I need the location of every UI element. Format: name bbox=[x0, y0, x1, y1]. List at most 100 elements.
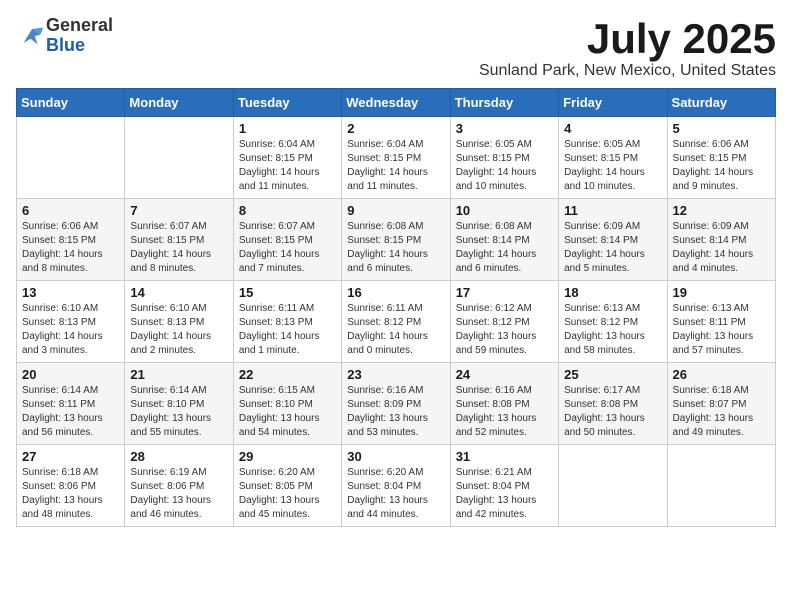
calendar-day-13: 13Sunrise: 6:10 AMSunset: 8:13 PMDayligh… bbox=[17, 281, 125, 363]
day-info: Sunrise: 6:14 AMSunset: 8:10 PMDaylight:… bbox=[130, 384, 227, 440]
calendar-day-21: 21 Sunrise: 6:14 AMSunset: 8:10 PMDayligh… bbox=[125, 363, 233, 445]
weekday-header-thursday: Thursday bbox=[450, 89, 558, 117]
calendar-day-15: 15 Sunrise: 6:11 AMSunset: 8:13 PMDayligh… bbox=[233, 281, 341, 363]
calendar-day-31: 31 Sunrise: 6:21 AMSunset: 8:04 PMDayligh… bbox=[450, 445, 558, 527]
calendar-day-10: 10 Sunrise: 6:08 AMSunset: 8:14 PMDayligh… bbox=[450, 199, 558, 281]
day-info: Sunrise: 6:15 AMSunset: 8:10 PMDaylight:… bbox=[239, 384, 336, 440]
day-info: Sunrise: 6:08 AMSunset: 8:14 PMDaylight:… bbox=[456, 220, 553, 276]
day-info: Sunrise: 6:04 AMSunset: 8:15 PMDaylight:… bbox=[347, 138, 444, 194]
title-block: July 2025 Sunland Park, New Mexico, Unit… bbox=[479, 16, 776, 80]
day-info: Sunrise: 6:08 AMSunset: 8:15 PMDaylight:… bbox=[347, 220, 444, 276]
day-number: 25 bbox=[564, 367, 661, 382]
calendar-day-8: 8 Sunrise: 6:07 AMSunset: 8:15 PMDaylight… bbox=[233, 199, 341, 281]
logo-blue-text: Blue bbox=[46, 35, 85, 55]
calendar-day-25: 25Sunrise: 6:17 AMSunset: 8:08 PMDayligh… bbox=[559, 363, 667, 445]
calendar-day-14: 14 Sunrise: 6:10 AMSunset: 8:13 PMDayligh… bbox=[125, 281, 233, 363]
day-number: 10 bbox=[456, 203, 553, 218]
day-info: Sunrise: 6:16 AMSunset: 8:09 PMDaylight:… bbox=[347, 384, 444, 440]
day-number: 6 bbox=[22, 203, 119, 218]
weekday-header-row: SundayMondayTuesdayWednesdayThursdayFrid… bbox=[17, 89, 776, 117]
day-info: Sunrise: 6:09 AMSunset: 8:14 PMDaylight:… bbox=[564, 220, 661, 276]
location-title: Sunland Park, New Mexico, United States bbox=[479, 62, 776, 80]
day-number: 12 bbox=[673, 203, 770, 218]
weekday-header-wednesday: Wednesday bbox=[342, 89, 450, 117]
weekday-header-sunday: Sunday bbox=[17, 89, 125, 117]
day-number: 4 bbox=[564, 121, 661, 136]
day-info: Sunrise: 6:07 AMSunset: 8:15 PMDaylight:… bbox=[239, 220, 336, 276]
calendar-week-2: 6Sunrise: 6:06 AMSunset: 8:15 PMDaylight… bbox=[17, 199, 776, 281]
calendar-day-30: 30 Sunrise: 6:20 AMSunset: 8:04 PMDayligh… bbox=[342, 445, 450, 527]
day-info: Sunrise: 6:18 AMSunset: 8:06 PMDaylight:… bbox=[22, 466, 119, 522]
calendar-day-24: 24Sunrise: 6:16 AMSunset: 8:08 PMDayligh… bbox=[450, 363, 558, 445]
empty-cell bbox=[667, 445, 775, 527]
logo: General Blue bbox=[16, 16, 113, 56]
day-number: 15 bbox=[239, 285, 336, 300]
calendar-week-3: 13Sunrise: 6:10 AMSunset: 8:13 PMDayligh… bbox=[17, 281, 776, 363]
weekday-header-tuesday: Tuesday bbox=[233, 89, 341, 117]
day-number: 18 bbox=[564, 285, 661, 300]
calendar-day-6: 6Sunrise: 6:06 AMSunset: 8:15 PMDaylight… bbox=[17, 199, 125, 281]
day-info: Sunrise: 6:11 AMSunset: 8:12 PMDaylight:… bbox=[347, 302, 444, 358]
day-number: 26 bbox=[673, 367, 770, 382]
weekday-header-saturday: Saturday bbox=[667, 89, 775, 117]
day-number: 21 bbox=[130, 367, 227, 382]
calendar-day-4: 4 Sunrise: 6:05 AMSunset: 8:15 PMDaylight… bbox=[559, 117, 667, 199]
day-info: Sunrise: 6:05 AMSunset: 8:15 PMDaylight:… bbox=[564, 138, 661, 194]
day-number: 20 bbox=[22, 367, 119, 382]
day-number: 11 bbox=[564, 203, 661, 218]
day-number: 29 bbox=[239, 449, 336, 464]
calendar-week-1: 1Sunrise: 6:04 AMSunset: 8:15 PMDaylight… bbox=[17, 117, 776, 199]
day-info: Sunrise: 6:18 AMSunset: 8:07 PMDaylight:… bbox=[673, 384, 770, 440]
calendar-week-4: 20 Sunrise: 6:14 AMSunset: 8:11 PMDayligh… bbox=[17, 363, 776, 445]
calendar-day-12: 12 Sunrise: 6:09 AMSunset: 8:14 PMDayligh… bbox=[667, 199, 775, 281]
empty-cell bbox=[17, 117, 125, 199]
day-number: 22 bbox=[239, 367, 336, 382]
day-info: Sunrise: 6:07 AMSunset: 8:15 PMDaylight:… bbox=[130, 220, 227, 276]
day-number: 31 bbox=[456, 449, 553, 464]
day-info: Sunrise: 6:10 AMSunset: 8:13 PMDaylight:… bbox=[130, 302, 227, 358]
day-number: 30 bbox=[347, 449, 444, 464]
calendar-day-22: 22 Sunrise: 6:15 AMSunset: 8:10 PMDayligh… bbox=[233, 363, 341, 445]
day-info: Sunrise: 6:20 AMSunset: 8:05 PMDaylight:… bbox=[239, 466, 336, 522]
day-info: Sunrise: 6:11 AMSunset: 8:13 PMDaylight:… bbox=[239, 302, 336, 358]
day-info: Sunrise: 6:04 AMSunset: 8:15 PMDaylight:… bbox=[239, 138, 336, 194]
day-info: Sunrise: 6:06 AMSunset: 8:15 PMDaylight:… bbox=[673, 138, 770, 194]
calendar-day-5: 5 Sunrise: 6:06 AMSunset: 8:15 PMDaylight… bbox=[667, 117, 775, 199]
day-number: 8 bbox=[239, 203, 336, 218]
calendar-day-29: 29 Sunrise: 6:20 AMSunset: 8:05 PMDayligh… bbox=[233, 445, 341, 527]
day-info: Sunrise: 6:09 AMSunset: 8:14 PMDaylight:… bbox=[673, 220, 770, 276]
calendar-day-2: 2 Sunrise: 6:04 AMSunset: 8:15 PMDaylight… bbox=[342, 117, 450, 199]
calendar-day-19: 19Sunrise: 6:13 AMSunset: 8:11 PMDayligh… bbox=[667, 281, 775, 363]
day-number: 14 bbox=[130, 285, 227, 300]
calendar-day-1: 1Sunrise: 6:04 AMSunset: 8:15 PMDaylight… bbox=[233, 117, 341, 199]
day-info: Sunrise: 6:19 AMSunset: 8:06 PMDaylight:… bbox=[130, 466, 227, 522]
day-number: 7 bbox=[130, 203, 227, 218]
day-info: Sunrise: 6:16 AMSunset: 8:08 PMDaylight:… bbox=[456, 384, 553, 440]
day-info: Sunrise: 6:20 AMSunset: 8:04 PMDaylight:… bbox=[347, 466, 444, 522]
day-number: 2 bbox=[347, 121, 444, 136]
calendar-day-9: 9 Sunrise: 6:08 AMSunset: 8:15 PMDaylight… bbox=[342, 199, 450, 281]
day-info: Sunrise: 6:21 AMSunset: 8:04 PMDaylight:… bbox=[456, 466, 553, 522]
day-number: 16 bbox=[347, 285, 444, 300]
empty-cell bbox=[125, 117, 233, 199]
calendar-day-16: 16 Sunrise: 6:11 AMSunset: 8:12 PMDayligh… bbox=[342, 281, 450, 363]
month-title: July 2025 bbox=[479, 16, 776, 62]
calendar-day-17: 17Sunrise: 6:12 AMSunset: 8:12 PMDayligh… bbox=[450, 281, 558, 363]
calendar-day-28: 28 Sunrise: 6:19 AMSunset: 8:06 PMDayligh… bbox=[125, 445, 233, 527]
calendar-day-11: 11 Sunrise: 6:09 AMSunset: 8:14 PMDayligh… bbox=[559, 199, 667, 281]
day-info: Sunrise: 6:13 AMSunset: 8:12 PMDaylight:… bbox=[564, 302, 661, 358]
day-number: 9 bbox=[347, 203, 444, 218]
day-number: 5 bbox=[673, 121, 770, 136]
day-number: 28 bbox=[130, 449, 227, 464]
day-number: 23 bbox=[347, 367, 444, 382]
weekday-header-monday: Monday bbox=[125, 89, 233, 117]
calendar-week-5: 27Sunrise: 6:18 AMSunset: 8:06 PMDayligh… bbox=[17, 445, 776, 527]
calendar-day-23: 23 Sunrise: 6:16 AMSunset: 8:09 PMDayligh… bbox=[342, 363, 450, 445]
weekday-header-friday: Friday bbox=[559, 89, 667, 117]
day-number: 17 bbox=[456, 285, 553, 300]
day-info: Sunrise: 6:05 AMSunset: 8:15 PMDaylight:… bbox=[456, 138, 553, 194]
day-info: Sunrise: 6:14 AMSunset: 8:11 PMDaylight:… bbox=[22, 384, 119, 440]
calendar-day-7: 7 Sunrise: 6:07 AMSunset: 8:15 PMDaylight… bbox=[125, 199, 233, 281]
logo-general-text: General bbox=[46, 15, 113, 35]
calendar-day-3: 3Sunrise: 6:05 AMSunset: 8:15 PMDaylight… bbox=[450, 117, 558, 199]
